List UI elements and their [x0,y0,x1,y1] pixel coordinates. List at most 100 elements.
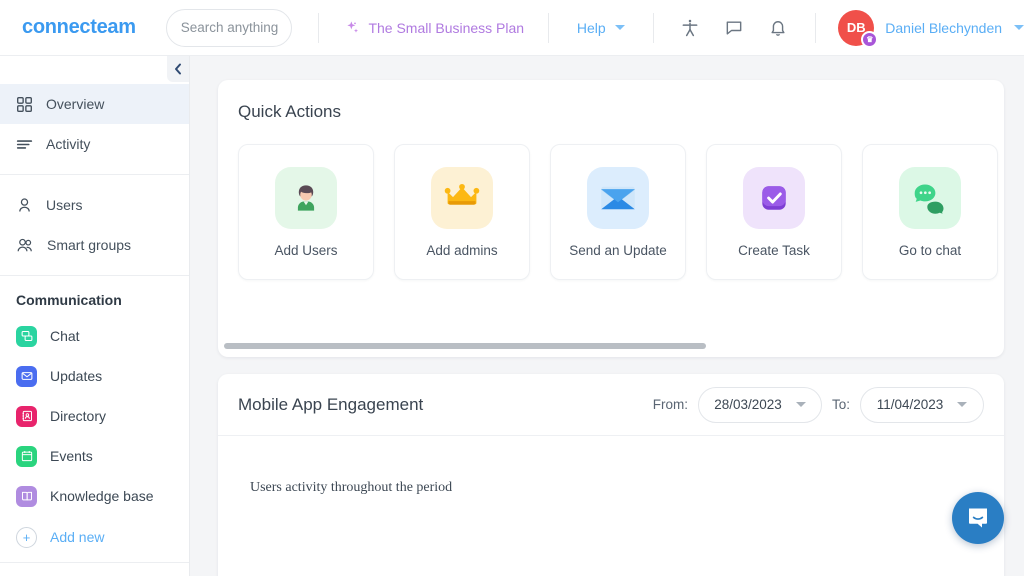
main-content: Quick Actions Add Users [190,56,1024,576]
sidebar-item-updates[interactable]: Updates [0,356,189,396]
quick-action-label: Add admins [426,243,497,258]
sidebar-divider [0,562,189,563]
person-avatar-glyph [288,180,324,216]
date-range-controls: From: 28/03/2023 To: 11/04/2023 [653,387,984,423]
crown-glyph [444,183,480,213]
plan-link[interactable]: The Small Business Plan [344,20,524,36]
sidebar-item-chat[interactable]: Chat [0,316,189,356]
plus-icon: + [16,527,37,548]
from-date-value: 28/03/2023 [714,397,782,412]
quick-action-add-users[interactable]: Add Users [238,144,374,280]
accessibility-icon [680,18,700,38]
quick-action-create-task[interactable]: Create Task [706,144,842,280]
sidebar-item-label: Activity [46,136,90,152]
divider [548,13,549,43]
horizontal-scrollbar[interactable] [224,343,998,349]
plan-link-label: The Small Business Plan [368,20,524,36]
chat-bubbles-glyph [912,182,948,214]
avatar: DB ♛ [838,10,874,46]
envelope-glyph [599,184,637,212]
crown-icon [431,167,493,229]
sidebar-item-label: Smart groups [47,237,131,253]
messages-button[interactable] [719,13,749,43]
from-date-picker[interactable]: 28/03/2023 [698,387,822,423]
quick-action-add-admins[interactable]: Add admins [394,144,530,280]
calendar-app-icon [16,446,37,467]
sidebar-people-group: Users Smart groups [0,185,189,265]
help-label: Help [577,20,606,36]
directory-app-icon [16,406,37,427]
envelope-icon [587,167,649,229]
app-root: connecteam The Small Business Plan Help [0,0,1024,576]
quick-actions-card: Quick Actions Add Users [218,80,1004,357]
quick-action-label: Create Task [738,243,810,258]
quick-action-go-to-chat[interactable]: Go to chat [862,144,998,280]
person-avatar-icon [275,167,337,229]
logo-text: connecteam [22,16,136,39]
sidebar-collapse-button[interactable] [167,56,189,82]
user-name: Daniel Blechynden [885,20,1002,36]
sidebar-item-label: Events [50,448,93,464]
search-input[interactable] [181,20,289,35]
quick-action-label: Send an Update [569,243,667,258]
accessibility-button[interactable] [675,13,705,43]
sidebar-item-events[interactable]: Events [0,436,189,476]
sidebar-item-directory[interactable]: Directory [0,396,189,436]
top-icon-group [675,13,793,43]
sidebar-divider [0,174,189,175]
to-label: To: [832,397,850,412]
search-box[interactable] [166,9,292,47]
to-date-picker[interactable]: 11/04/2023 [860,387,984,423]
engagement-header: Mobile App Engagement From: 28/03/2023 T… [218,374,1004,436]
chat-bubbles-icon [899,167,961,229]
sparkle-icon [344,20,360,36]
sidebar-item-overview[interactable]: Overview [0,84,189,124]
scrollbar-thumb[interactable] [224,343,706,349]
chevron-down-icon [1014,25,1024,30]
sidebar-item-smart-groups[interactable]: Smart groups [0,225,189,265]
chat-bubble-icon [724,18,744,38]
help-menu[interactable]: Help [577,20,625,36]
chevron-down-icon [615,25,625,30]
from-label: From: [653,397,688,412]
sidebar-divider [0,275,189,276]
connecteam-logo[interactable]: connecteam [22,16,136,39]
sidebar-item-users[interactable]: Users [0,185,189,225]
chevron-down-icon [796,402,806,407]
engagement-chart: Users activity throughout the period 0 [218,436,1004,576]
top-navigation-bar: connecteam The Small Business Plan Help [0,0,1024,56]
chat-launcher-button[interactable] [952,492,1004,544]
user-icon [16,197,33,214]
check-square-glyph [756,180,792,216]
envelope-app-icon [16,366,37,387]
quick-action-label: Add Users [274,243,337,258]
add-new-button[interactable]: + Add new [0,516,189,558]
chat-app-icon [16,326,37,347]
user-menu[interactable]: DB ♛ Daniel Blechynden [838,10,1024,46]
chevron-left-icon [174,63,182,75]
divider [815,13,816,43]
sidebar-item-label: Overview [46,96,104,112]
sidebar-item-label: Updates [50,368,102,384]
bell-icon [768,18,788,38]
intercom-chat-icon [965,505,991,531]
sidebar-item-label: Knowledge base [50,488,154,504]
chevron-down-icon [957,402,967,407]
crown-icon: ♛ [861,31,878,48]
notifications-button[interactable] [763,13,793,43]
to-date-value: 11/04/2023 [877,397,944,412]
list-lines-icon [16,136,33,153]
users-group-icon [16,237,34,254]
sidebar-item-activity[interactable]: Activity [0,124,189,164]
sidebar-item-knowledge-base[interactable]: Knowledge base [0,476,189,516]
grid-icon [16,96,33,113]
sidebar: Overview Activity Users [0,56,190,576]
sidebar-section-title: Communication [0,286,189,316]
book-app-icon [16,486,37,507]
quick-action-send-update[interactable]: Send an Update [550,144,686,280]
chart-subtitle: Users activity throughout the period [250,480,452,496]
quick-actions-row: Add Users Add admins [218,122,1004,280]
sidebar-item-label: Directory [50,408,106,424]
sidebar-item-label: Chat [50,328,80,344]
sidebar-item-label: Users [46,197,83,213]
